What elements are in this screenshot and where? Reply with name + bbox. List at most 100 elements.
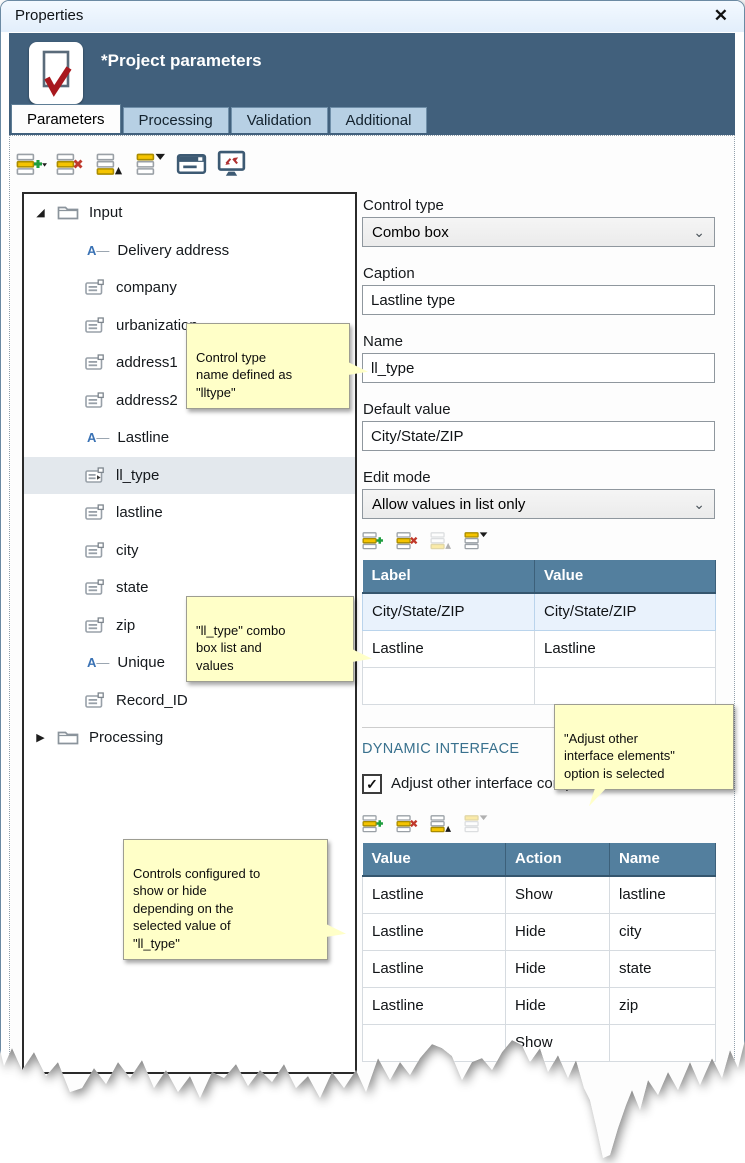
table-row[interactable]: LastlineLastline	[363, 630, 716, 667]
tab-processing[interactable]: Processing	[123, 107, 229, 133]
tree-item-processing[interactable]: ▶Processing	[24, 719, 355, 757]
add-parameter-icon[interactable]	[16, 151, 47, 178]
tree-item-label: address2	[116, 392, 178, 409]
move-rule-icon[interactable]	[430, 813, 455, 835]
table-cell[interactable]: City/State/ZIP	[535, 593, 716, 631]
static-label-icon: A—	[87, 430, 109, 445]
table-cell[interactable]	[363, 1024, 506, 1061]
table-cell[interactable]: Show	[506, 876, 610, 914]
text-field-icon	[85, 354, 106, 371]
edit-mode-select[interactable]: Allow values in list only ⌄	[362, 489, 715, 519]
tree-item-lastline[interactable]: A—Lastline	[24, 419, 355, 457]
tree-item-company[interactable]: company	[24, 269, 355, 307]
delete-parameter-icon[interactable]	[56, 151, 87, 178]
delete-list-item-icon[interactable]	[396, 530, 421, 552]
text-field-icon	[85, 504, 106, 521]
move-list-item-icon	[430, 530, 455, 552]
close-icon[interactable]: ✕	[714, 5, 728, 27]
default-value-label: Default value	[363, 401, 715, 418]
tab-additional[interactable]: Additional	[330, 107, 428, 133]
column-header-value: Value	[363, 843, 506, 876]
move-parameter-icon[interactable]	[96, 151, 127, 178]
table-cell[interactable]: Lastline	[363, 913, 506, 950]
table-row[interactable]: LastlineHidestate	[363, 950, 716, 987]
table-cell[interactable]: Hide	[506, 987, 610, 1024]
preview-form-icon[interactable]	[216, 150, 247, 179]
tab-parameters[interactable]: Parameters	[11, 104, 121, 133]
table-cell[interactable]: city	[610, 913, 716, 950]
text-field-icon	[85, 542, 106, 559]
table-row[interactable]: LastlineShowlastline	[363, 876, 716, 914]
table-cell[interactable]: Hide	[506, 950, 610, 987]
folder-icon	[57, 729, 79, 746]
sort-list-items-icon[interactable]	[464, 530, 489, 552]
caption-field[interactable]	[362, 285, 715, 315]
table-cell[interactable]: Lastline	[363, 630, 535, 667]
tree-item-lastline[interactable]: lastline	[24, 494, 355, 532]
table-cell[interactable]: Hide	[506, 913, 610, 950]
caption-label: Caption	[363, 265, 715, 282]
tab-validation[interactable]: Validation	[231, 107, 328, 133]
text-field-icon	[85, 579, 106, 596]
tree-item-ll-type[interactable]: ll_type	[24, 457, 355, 495]
table-cell[interactable]: lastline	[610, 876, 716, 914]
control-type-label: Control type	[363, 197, 715, 214]
callout-show-hide-rules: Controls configured to show or hide depe…	[123, 839, 328, 960]
table-row[interactable]: LastlineHidecity	[363, 913, 716, 950]
tree-item-label: address1	[116, 354, 178, 371]
folder-icon	[57, 204, 79, 221]
text-field-icon	[85, 392, 106, 409]
default-value-field[interactable]	[362, 421, 715, 451]
tree-item-label: lastline	[116, 504, 163, 521]
tree-item-input[interactable]: ◢Input	[24, 194, 355, 232]
table-cell[interactable]	[535, 667, 716, 704]
sort-parameters-icon[interactable]	[136, 151, 167, 178]
table-cell[interactable]: Lastline	[363, 876, 506, 914]
tree-item-record-id[interactable]: Record_ID	[24, 682, 355, 720]
tab-page-parameters: ◢InputA—Delivery addresscompanyurbanizat…	[9, 135, 735, 1163]
title-bar: Properties ✕	[1, 1, 744, 32]
add-rule-icon[interactable]	[362, 813, 387, 835]
table-cell[interactable]: Lastline	[363, 987, 506, 1024]
collapsed-arrow-icon[interactable]: ▶	[33, 731, 48, 744]
name-field[interactable]	[362, 353, 715, 383]
combo-box-field-icon	[85, 467, 106, 484]
tree-item-delivery-address[interactable]: A—Delivery address	[24, 232, 355, 270]
control-type-value: Combo box	[372, 224, 449, 241]
static-label-icon: A—	[87, 243, 109, 258]
table-row[interactable]: Show	[363, 1024, 716, 1061]
table-cell[interactable]	[363, 667, 535, 704]
tree-item-label: Record_ID	[116, 692, 188, 709]
callout-combo-list-values: "ll_type" combo box list and values	[186, 596, 354, 682]
tree-item-label: city	[116, 542, 139, 559]
table-cell[interactable]: Lastline	[363, 950, 506, 987]
table-cell[interactable]: Show	[506, 1024, 610, 1061]
screenshot-stage: Properties ✕ *Project parameters Paramet…	[0, 0, 745, 1163]
checked-document-icon	[29, 42, 83, 104]
form-layout-icon[interactable]	[176, 151, 207, 178]
table-cell[interactable]	[610, 1024, 716, 1061]
tree-item-city[interactable]: city	[24, 532, 355, 570]
table-row[interactable]	[363, 667, 716, 704]
expanded-arrow-icon[interactable]: ◢	[33, 206, 48, 219]
checkbox-check-icon[interactable]: ✓	[362, 774, 382, 794]
table-cell[interactable]: Lastline	[535, 630, 716, 667]
tree-item-label: ll_type	[116, 467, 159, 484]
table-row[interactable]: City/State/ZIPCity/State/ZIP	[363, 593, 716, 631]
chevron-down-icon: ⌄	[693, 499, 705, 509]
callout-control-type-name: Control type name defined as "lltype"	[186, 323, 350, 409]
control-type-select[interactable]: Combo box ⌄	[362, 217, 715, 247]
tab-strip: ParametersProcessingValidationAdditional	[11, 104, 429, 135]
table-cell[interactable]: City/State/ZIP	[363, 593, 535, 631]
header-band: *Project parameters ParametersProcessing…	[9, 33, 735, 135]
column-header-name: Name	[610, 843, 716, 876]
window-title: Properties	[15, 7, 83, 24]
table-cell[interactable]: zip	[610, 987, 716, 1024]
text-field-icon	[85, 317, 106, 334]
table-cell[interactable]: state	[610, 950, 716, 987]
text-field-icon	[85, 279, 106, 296]
add-list-item-icon[interactable]	[362, 530, 387, 552]
table-row[interactable]: LastlineHidezip	[363, 987, 716, 1024]
delete-rule-icon[interactable]	[396, 813, 421, 835]
tree-item-label: Unique	[117, 654, 165, 671]
